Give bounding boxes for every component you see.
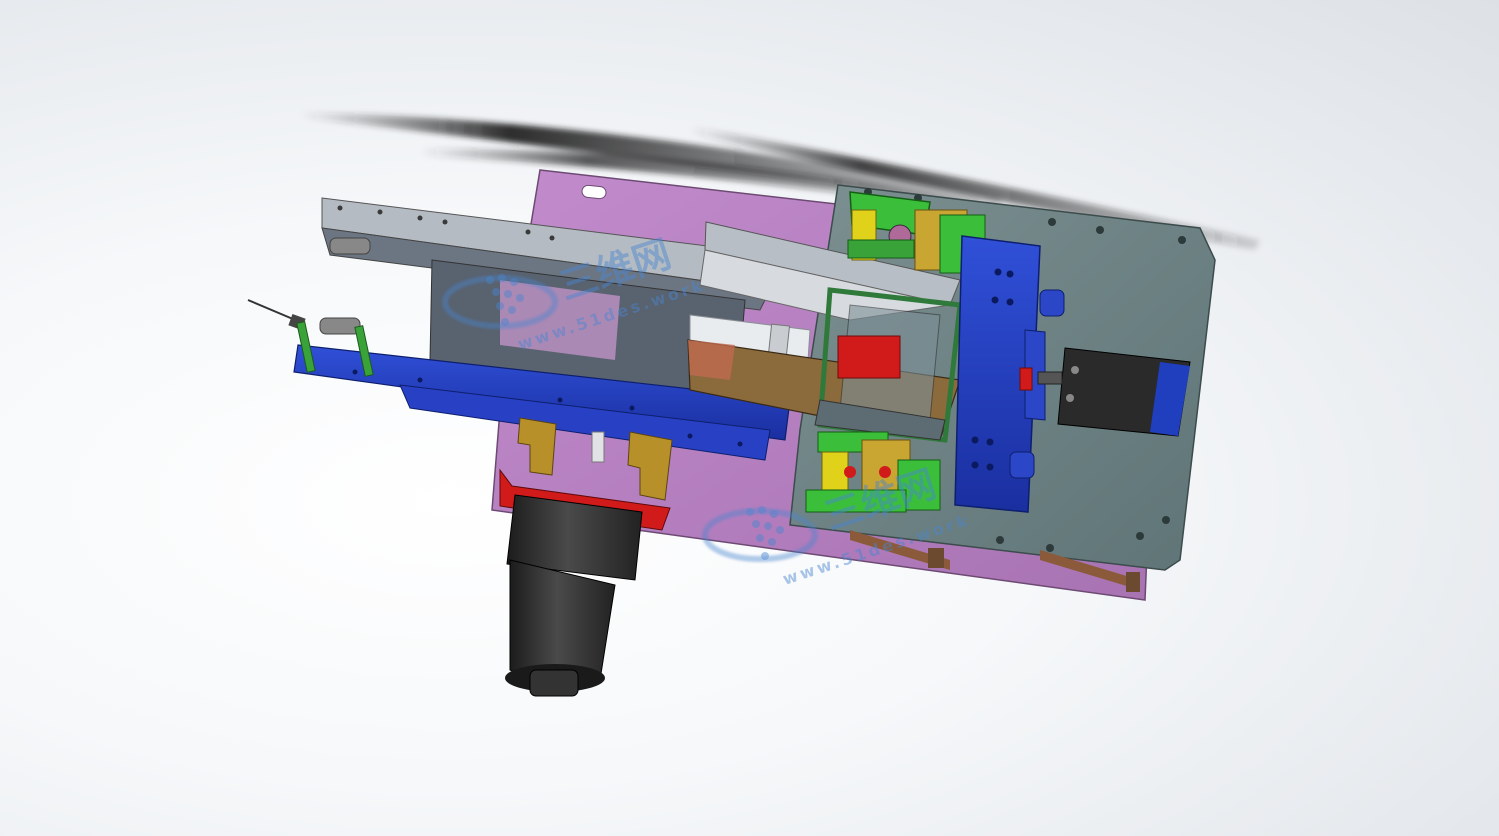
cad-model-canvas[interactable]: 三维网 www.51des.work 三维网 www.51des.work [0,0,1499,836]
servo-motor[interactable] [505,494,643,697]
cad-viewport[interactable]: 三维网 www.51des.work 三维网 www.51des.work [0,0,1499,836]
